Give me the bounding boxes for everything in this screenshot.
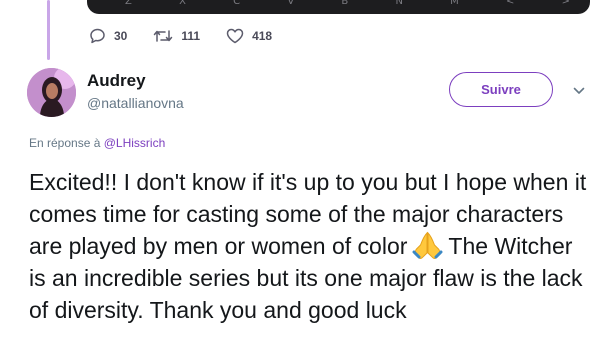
key: M (450, 0, 459, 7)
keyboard-keys: Z X C V B N M < > (125, 0, 570, 7)
media-image[interactable]: Z X C V B N M < > (87, 0, 590, 14)
key: > (561, 0, 570, 7)
reply-context: En réponse à @LHissrich (29, 136, 165, 150)
key: X (179, 0, 186, 7)
retweet-button[interactable]: 111 (153, 29, 200, 43)
like-count: 418 (252, 29, 273, 43)
author-handle[interactable]: @natallianovna (87, 95, 184, 111)
reply-button[interactable]: 30 (89, 28, 127, 44)
chevron-down-icon[interactable] (572, 84, 586, 98)
key: C (233, 0, 241, 7)
key: V (287, 0, 295, 7)
thread-line (47, 0, 50, 60)
key: < (505, 0, 515, 7)
retweet-icon (154, 30, 173, 42)
reply-prefix: En réponse à (29, 136, 101, 150)
tweet-text: Excited!! I don't know if it's up to you… (29, 166, 594, 326)
reply-count: 30 (114, 29, 128, 43)
author-name[interactable]: Audrey (87, 71, 146, 91)
avatar[interactable] (27, 68, 76, 117)
heart-icon (226, 28, 244, 44)
key: Z (125, 0, 132, 7)
like-button[interactable]: 418 (226, 28, 272, 44)
follow-button[interactable]: Suivre (449, 72, 553, 107)
reply-icon (90, 28, 105, 44)
key: N (395, 0, 403, 7)
retweet-count: 111 (181, 29, 201, 43)
key: B (341, 0, 349, 7)
reply-to-link[interactable]: @LHissrich (104, 136, 166, 150)
folded-hands-icon (412, 231, 443, 259)
tweet-actions: 30 111 418 (89, 28, 298, 44)
